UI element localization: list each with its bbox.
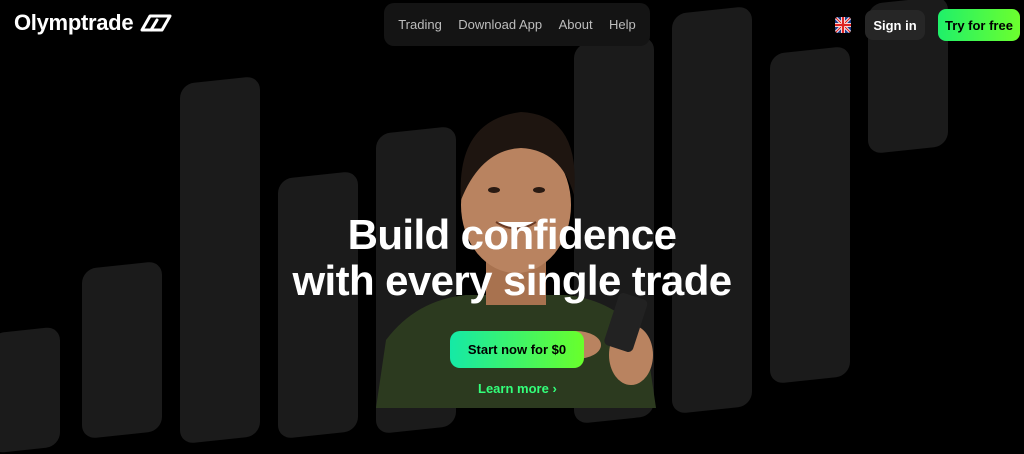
background-bar	[672, 5, 752, 415]
chevron-right-icon: ›	[552, 381, 557, 396]
brand-mark-icon	[140, 14, 172, 32]
brand-logo[interactable]: Olymptrade	[14, 10, 173, 36]
nav-item-download-app[interactable]: Download App	[458, 17, 542, 32]
top-nav: Trading Download App About Help	[384, 3, 650, 46]
uk-flag-icon[interactable]	[835, 17, 851, 33]
background-bar	[0, 326, 60, 454]
brand-name: Olymptrade	[14, 10, 134, 35]
hero-headline-line-1: Build confidence	[347, 211, 677, 258]
nav-item-help[interactable]: Help	[609, 17, 636, 32]
nav-item-trading[interactable]: Trading	[398, 17, 442, 32]
try-for-free-button[interactable]: Try for free	[938, 9, 1020, 41]
sign-in-button[interactable]: Sign in	[865, 10, 925, 40]
hero-headline-line-2: with every single trade	[292, 257, 732, 304]
learn-more-link[interactable]: Learn more ›	[478, 381, 557, 396]
start-now-button[interactable]: Start now for $0	[450, 331, 584, 368]
nav-item-about[interactable]: About	[559, 17, 593, 32]
learn-more-label: Learn more	[478, 381, 549, 396]
